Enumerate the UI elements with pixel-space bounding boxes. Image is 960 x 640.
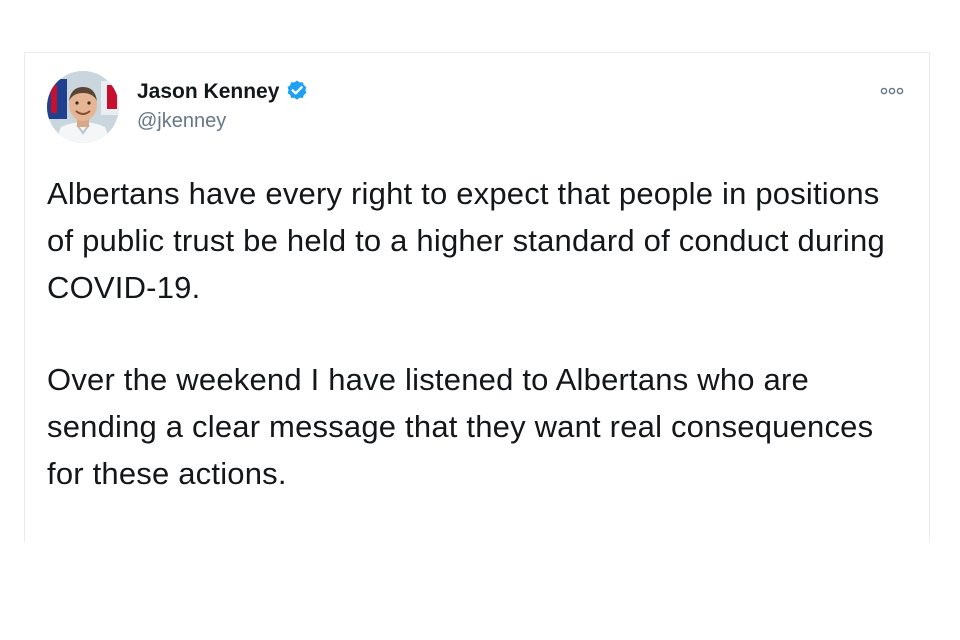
verified-badge-icon: [285, 79, 309, 103]
avatar[interactable]: [47, 71, 119, 143]
more-options-button[interactable]: [877, 83, 907, 99]
author-name-row: Jason Kenney: [137, 79, 309, 103]
tweet-text: Albertans have every right to expect tha…: [47, 170, 907, 497]
tweet-paragraph: Albertans have every right to expect tha…: [47, 176, 885, 305]
more-options-icon: [880, 87, 904, 95]
author-display-name[interactable]: Jason Kenney: [137, 81, 279, 102]
tweet-paragraph: Over the weekend I have listened to Albe…: [47, 362, 874, 491]
profile-photo-icon: [47, 71, 119, 143]
tweet-card: Jason Kenney @jkenney Albertans have eve…: [24, 52, 930, 542]
author-handle[interactable]: @jkenney: [137, 111, 226, 131]
